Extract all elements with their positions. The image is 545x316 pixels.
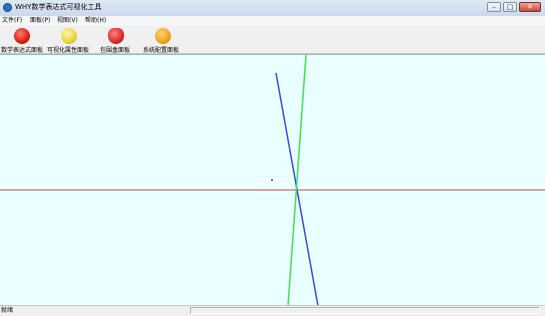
minimize-button[interactable]: – <box>487 2 501 12</box>
apple-icon <box>14 28 30 44</box>
toolbar: 数学表达式面板 可视化属性面板 包围盒面板 系统配置面板 <box>0 26 545 54</box>
orange-icon <box>155 28 171 44</box>
menu-panel[interactable]: 面板(P) <box>30 16 50 26</box>
window-controls: – □ ✕ <box>487 2 541 12</box>
menu-help[interactable]: 帮助(H) <box>85 16 106 26</box>
curve-green <box>287 55 307 306</box>
status-text: 就绪 <box>1 307 14 314</box>
toolbar-button-visual-properties-panel[interactable]: 可视化属性面板 <box>47 26 91 54</box>
toolbar-label: 数学表达式面板 <box>1 47 44 54</box>
point-marker <box>271 179 273 181</box>
status-bar: 就绪 <box>0 305 545 316</box>
menu-view[interactable]: 视图(V) <box>57 16 78 26</box>
toolbar-button-expression-panel[interactable]: 数学表达式面板 <box>0 26 46 54</box>
toolbar-label: 可视化属性面板 <box>47 47 90 54</box>
app-icon <box>3 3 12 12</box>
strawberry-icon <box>108 28 124 44</box>
toolbar-button-system-config-panel[interactable]: 系统配置面板 <box>141 26 185 54</box>
status-panel <box>190 307 540 314</box>
close-button[interactable]: ✕ <box>519 2 541 12</box>
title-bar: WHY数学表达式可视化工具 – □ ✕ <box>0 0 545 17</box>
toolbar-button-bounding-box-panel[interactable]: 包围盒面板 <box>97 26 133 54</box>
toolbar-label: 包围盒面板 <box>100 47 131 54</box>
toolbar-label: 系统配置面板 <box>143 47 180 54</box>
pear-icon <box>61 28 77 44</box>
menu-bar: 文件(F) 面板(P) 视图(V) 帮助(H) <box>0 16 545 26</box>
maximize-button[interactable]: □ <box>503 2 517 12</box>
canvas-svg <box>0 55 545 306</box>
window-title: WHY数学表达式可视化工具 <box>15 3 102 11</box>
drawing-canvas[interactable] <box>0 54 545 306</box>
menu-file[interactable]: 文件(F) <box>2 16 22 26</box>
